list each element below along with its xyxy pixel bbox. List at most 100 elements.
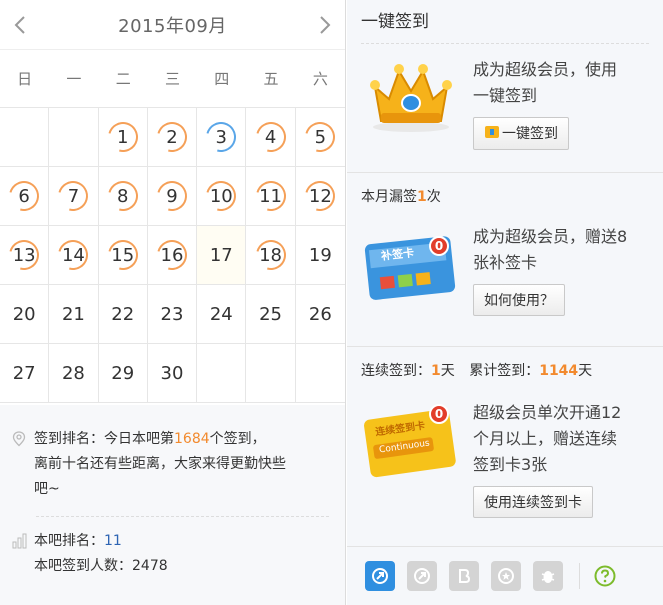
- location-pin-icon: [12, 427, 34, 502]
- onekey-title: 一键签到: [361, 0, 649, 44]
- ranking-line-2: 离前十名还有些距离，大家来得更勤快些: [34, 456, 286, 472]
- streak-days: 1: [431, 363, 441, 379]
- calendar-day-number: 14: [61, 244, 85, 266]
- bar-rank-line: 本吧排名：11: [34, 533, 122, 549]
- calendar-day[interactable]: 25: [246, 285, 296, 344]
- calendar-day[interactable]: 21: [49, 285, 99, 344]
- signin-count-line: 本吧签到人数：2478: [34, 558, 168, 574]
- calendar-day-number: 4: [264, 126, 277, 148]
- badge-bug-icon[interactable]: [533, 561, 563, 591]
- calendar-day[interactable]: 17: [197, 226, 247, 285]
- calendar-day-number: 10: [209, 185, 233, 207]
- calendar-day[interactable]: 26: [295, 285, 345, 344]
- calendar-day[interactable]: 13: [0, 226, 50, 285]
- calendar-month-title: 2015年09月: [118, 15, 227, 37]
- calendar-day-number: 17: [209, 244, 233, 266]
- calendar-day-number: 30: [160, 362, 184, 384]
- signin-count-value: 2478: [132, 558, 168, 574]
- calendar-day-number: 13: [12, 244, 36, 266]
- calendar-grid: 1 2 3 4 5 6 7 8 9 10 11 12 13 14 15 16 17 18 19 20 21 22 23 24 2…: [0, 108, 345, 403]
- streak-line: 连续签到：1天 累计签到：1144天: [361, 363, 593, 379]
- calendar-day-number: 25: [259, 303, 283, 325]
- calendar-day-number: 12: [308, 185, 332, 207]
- calendar-day[interactable]: 9: [147, 167, 198, 226]
- calendar-day-number: 1: [116, 126, 129, 148]
- calendar-day-number: 27: [12, 362, 36, 384]
- calendar-day[interactable]: 7: [49, 167, 99, 226]
- weekday-label: 三: [164, 70, 180, 88]
- calendar-day-number: 9: [166, 185, 178, 207]
- bottom-icon-bar: [347, 547, 663, 605]
- calendar-day-number: 26: [308, 303, 332, 325]
- calendar-day[interactable]: 4: [246, 108, 296, 167]
- calendar-day-number: 16: [160, 244, 184, 266]
- calendar-day[interactable]: 5: [295, 108, 345, 167]
- calendar-day-number: 19: [308, 244, 332, 266]
- missed-count: 1: [417, 189, 427, 205]
- calendar-day-number: 21: [61, 303, 85, 325]
- calendar-day[interactable]: 29: [98, 344, 148, 403]
- calendar-day[interactable]: 30: [147, 344, 198, 403]
- calendar-day[interactable]: 14: [49, 226, 99, 285]
- continuous-card-badge: 0: [429, 404, 449, 424]
- continuous-section: 连续签到：1天 累计签到：1144天 0 连续签到卡 Continuous 超级…: [347, 347, 663, 547]
- badge-arrow-icon[interactable]: [365, 561, 395, 591]
- calendar-day[interactable]: 20: [0, 285, 50, 344]
- help-icon[interactable]: [594, 565, 616, 587]
- onekey-button-label: 一键签到: [502, 126, 558, 142]
- makeup-promo-line-1: 成为超级会员，赠送8: [473, 227, 628, 246]
- calendar-day-number: 24: [209, 303, 233, 325]
- calendar-day[interactable]: 16: [147, 226, 198, 285]
- calendar-day[interactable]: 11: [246, 167, 296, 226]
- continuous-card-icon: 0 连续签到卡 Continuous: [361, 400, 461, 480]
- calendar-empty-cell: [295, 344, 345, 403]
- calendar-day[interactable]: 12: [295, 167, 345, 226]
- badge-b-icon[interactable]: [449, 561, 479, 591]
- calendar-empty-cell: [197, 344, 247, 403]
- calendar-day[interactable]: 24: [197, 285, 247, 344]
- calendar-day[interactable]: 8: [98, 167, 148, 226]
- chevron-left-icon[interactable]: [10, 10, 30, 40]
- calendar-empty-cell: [246, 344, 296, 403]
- weekday-label: 四: [214, 70, 230, 88]
- weekday-label: 一: [66, 70, 82, 88]
- makeup-card-icon: 0 补签卡: [361, 224, 461, 304]
- calendar-day[interactable]: 23: [147, 285, 198, 344]
- calendar-day[interactable]: 6: [0, 167, 50, 226]
- calendar-empty-cell: [49, 108, 99, 167]
- chevron-right-icon[interactable]: [315, 10, 335, 40]
- onekey-signin-button[interactable]: 一键签到: [473, 117, 569, 150]
- calendar-day-number: 29: [111, 362, 135, 384]
- calendar-day-number: 23: [160, 303, 184, 325]
- continuous-promo-line-1: 超级会员单次开通12: [473, 403, 622, 422]
- weekday-label: 日: [17, 70, 33, 88]
- calendar-day[interactable]: 27: [0, 344, 50, 403]
- makeup-card-label: 补签卡: [380, 246, 415, 263]
- calendar-day-number: 7: [67, 185, 80, 207]
- calendar-day-number: 15: [111, 244, 135, 266]
- calendar-day[interactable]: 3: [197, 108, 247, 167]
- calendar-day[interactable]: 10: [197, 167, 247, 226]
- badge-star-icon[interactable]: [491, 561, 521, 591]
- use-continuous-card-button[interactable]: 使用连续签到卡: [473, 486, 593, 518]
- continuous-promo-line-2: 个月以上，赠送连续: [473, 429, 618, 448]
- divider: [36, 516, 329, 517]
- calendar-day[interactable]: 22: [98, 285, 148, 344]
- calendar-day-number: 2: [166, 126, 178, 148]
- calendar-day[interactable]: 15: [98, 226, 148, 285]
- calendar-day-number: 20: [12, 303, 36, 325]
- bar-chart-icon: [12, 529, 34, 579]
- calendar-day[interactable]: 19: [295, 226, 345, 285]
- badge-arrow-gray-icon[interactable]: [407, 561, 437, 591]
- calendar-day[interactable]: 18: [246, 226, 296, 285]
- calendar-day[interactable]: 2: [147, 108, 198, 167]
- calendar-day-number: 3: [215, 126, 227, 148]
- how-to-use-button[interactable]: 如何使用？: [473, 284, 565, 316]
- calendar-day-number: 11: [259, 185, 283, 207]
- calendar-day[interactable]: 28: [49, 344, 99, 403]
- calendar-day-number: 22: [111, 303, 135, 325]
- weekday-header: 日 一 二 三 四 五 六: [0, 50, 345, 108]
- weekday-label: 五: [263, 70, 279, 88]
- weekday-label: 二: [115, 70, 131, 88]
- calendar-day[interactable]: 1: [98, 108, 148, 167]
